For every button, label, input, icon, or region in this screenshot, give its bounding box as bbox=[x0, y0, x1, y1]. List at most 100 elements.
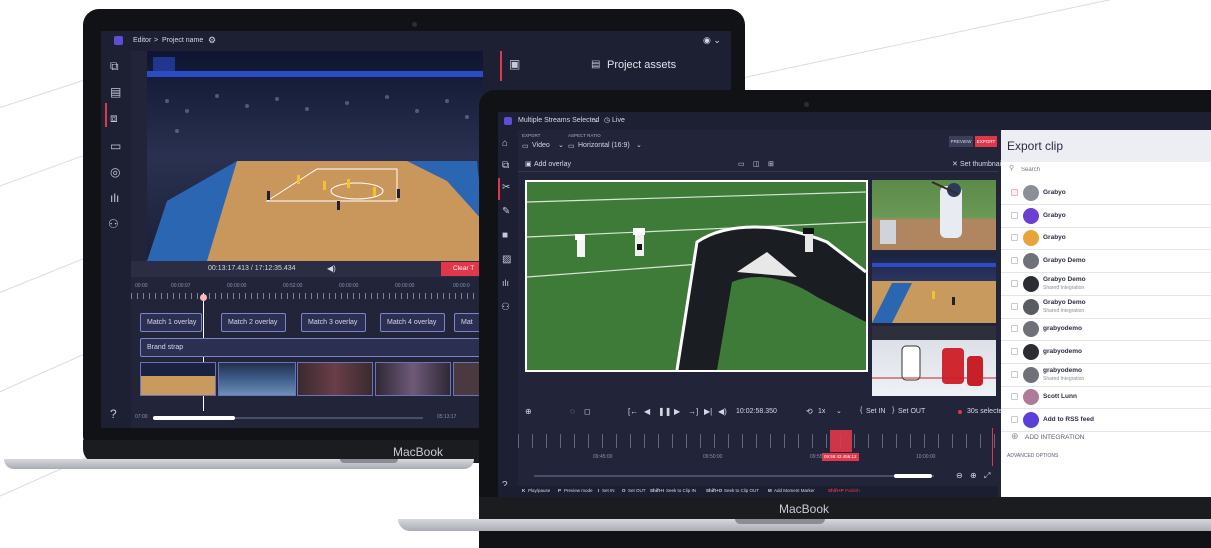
overlay-clip[interactable]: Match 1 overlay bbox=[140, 313, 202, 332]
integration-checkbox[interactable] bbox=[1011, 325, 1018, 332]
integration-checkbox[interactable] bbox=[1011, 348, 1018, 355]
integration-row[interactable]: Grabyo bbox=[1001, 205, 1211, 228]
camera-icon[interactable]: ■ bbox=[502, 230, 508, 241]
video-thumbnail[interactable] bbox=[140, 362, 216, 396]
scissors-icon[interactable]: ✂ bbox=[502, 182, 510, 193]
volume-icon[interactable]: ◀) bbox=[327, 264, 336, 273]
user-menu-icon[interactable]: ◉ ⌄ bbox=[703, 35, 721, 46]
overlay-clip[interactable]: Match 4 overlay bbox=[380, 313, 445, 332]
stream-selector[interactable]: Multiple Streams Selected bbox=[518, 117, 599, 124]
integration-row[interactable]: grabyodemo bbox=[1001, 318, 1211, 341]
zoom-out-icon[interactable]: ⊖ bbox=[956, 471, 963, 480]
project-name[interactable]: Project name bbox=[162, 37, 203, 44]
stream-preview-baseball[interactable] bbox=[872, 180, 996, 250]
add-overlay-icon[interactable]: ▣ bbox=[525, 160, 532, 168]
integration-row[interactable]: grabyodemo bbox=[1001, 341, 1211, 364]
breadcrumb-root[interactable]: Editor bbox=[133, 37, 151, 44]
zoom-icon[interactable]: ⊕ bbox=[525, 407, 532, 416]
jump-start-icon[interactable]: [← bbox=[628, 407, 638, 416]
clear-button[interactable]: Clear T bbox=[441, 262, 483, 276]
integration-row[interactable]: Scott Lunn bbox=[1001, 386, 1211, 409]
loop-icon[interactable]: ◻ bbox=[584, 407, 591, 416]
palette-icon[interactable]: ◎ bbox=[110, 165, 120, 179]
speed-select[interactable]: 1x bbox=[818, 408, 825, 415]
overlay-clip[interactable]: Match 3 overlay bbox=[301, 313, 366, 332]
integration-row[interactable]: Grabyo Demo Shared Integration bbox=[1001, 273, 1211, 296]
step-back-icon[interactable]: ◀ bbox=[644, 407, 650, 416]
scrollbar-thumb[interactable] bbox=[153, 416, 235, 420]
clapperboard-icon[interactable]: ⧉ bbox=[502, 160, 509, 171]
zoom-in-icon[interactable]: ⊕ bbox=[970, 471, 977, 480]
marker-icon[interactable]: ◌ bbox=[570, 407, 575, 416]
step-forward-icon[interactable]: ▶ bbox=[674, 407, 680, 416]
skip-icon[interactable]: ▶| bbox=[704, 407, 712, 416]
chevron-down-icon[interactable]: ⌄ bbox=[558, 141, 564, 149]
integration-checkbox[interactable] bbox=[1011, 416, 1018, 423]
integration-checkbox[interactable] bbox=[1011, 303, 1018, 310]
layout-split-icon[interactable]: ◫ bbox=[753, 160, 760, 168]
front-playhead[interactable] bbox=[992, 428, 993, 466]
close-icon[interactable]: ✕ bbox=[952, 160, 958, 168]
selection-range[interactable] bbox=[830, 430, 852, 452]
media-icon[interactable]: ▤ bbox=[110, 85, 121, 99]
integration-checkbox[interactable] bbox=[1011, 393, 1018, 400]
clapperboard-icon[interactable]: ⧉ bbox=[110, 59, 119, 74]
volume-icon[interactable]: ◀) bbox=[718, 407, 727, 416]
analytics-icon[interactable]: ılı bbox=[110, 191, 119, 205]
jump-end-icon[interactable]: →] bbox=[688, 407, 698, 416]
search-input[interactable] bbox=[1021, 164, 1191, 175]
preview-button[interactable]: PREVIEW bbox=[949, 136, 973, 147]
pause-icon[interactable]: ❚❚ bbox=[658, 407, 671, 416]
scrollbar-track[interactable] bbox=[534, 475, 934, 477]
add-integration-button[interactable]: ⊕ ADD INTEGRATION bbox=[1011, 431, 1191, 444]
video-thumbnail[interactable] bbox=[218, 362, 296, 396]
chevron-down-icon[interactable]: ⌄ bbox=[836, 407, 842, 415]
overlay-clip[interactable]: Match 2 overlay bbox=[221, 313, 286, 332]
folder-icon[interactable]: ▭ bbox=[110, 139, 121, 153]
export-type-select[interactable]: Video bbox=[532, 142, 550, 149]
integration-row[interactable]: grabyodemo Shared Integration bbox=[1001, 364, 1211, 387]
add-overlay-button[interactable]: Add overlay bbox=[534, 161, 571, 168]
integration-row[interactable]: Grabyo Demo Shared Integration bbox=[1001, 296, 1211, 319]
gear-icon[interactable]: ⚙ bbox=[208, 35, 216, 46]
help-icon[interactable]: ? bbox=[110, 407, 117, 421]
scrollbar-thumb[interactable] bbox=[894, 474, 932, 478]
set-out-button[interactable]: Set OUT bbox=[898, 408, 925, 415]
integration-row[interactable]: Add to RSS feed bbox=[1001, 409, 1211, 432]
team-icon[interactable]: ⚇ bbox=[501, 302, 510, 313]
stream-preview-hockey[interactable] bbox=[872, 326, 996, 396]
edit-icon[interactable]: ✎ bbox=[502, 206, 510, 217]
assets-icon[interactable]: ▣ bbox=[509, 57, 520, 71]
editor-icon[interactable]: ⧈ bbox=[110, 111, 118, 126]
export-button[interactable]: EXPORT bbox=[975, 136, 997, 147]
integration-row[interactable]: Grabyo bbox=[1001, 182, 1211, 205]
stream-preview-basketball[interactable] bbox=[872, 253, 996, 323]
video-thumbnail[interactable] bbox=[297, 362, 373, 396]
aspect-ratio-select[interactable]: Horizontal (16:9) bbox=[578, 142, 630, 149]
chevron-down-icon[interactable]: ⌄ bbox=[636, 141, 642, 149]
analytics-icon[interactable]: ılı bbox=[502, 278, 509, 288]
layout-single-icon[interactable]: ▭ bbox=[738, 160, 745, 168]
integration-checkbox[interactable] bbox=[1011, 234, 1018, 241]
back-playhead-knob[interactable] bbox=[200, 294, 207, 301]
integration-checkbox[interactable] bbox=[1011, 189, 1018, 196]
team-icon[interactable]: ⚇ bbox=[108, 217, 119, 231]
integration-checkbox[interactable] bbox=[1011, 212, 1018, 219]
integration-row[interactable]: Grabyo Demo bbox=[1001, 250, 1211, 273]
advanced-options-link[interactable]: ADVANCED OPTIONS bbox=[1007, 453, 1058, 459]
integration-checkbox[interactable] bbox=[1011, 371, 1018, 378]
chevron-down-icon[interactable]: ⌄ bbox=[593, 116, 599, 124]
live-label[interactable]: Live bbox=[612, 117, 625, 124]
home-icon[interactable]: ⌂ bbox=[502, 138, 508, 149]
export-search[interactable]: ⚲ bbox=[1007, 164, 1203, 176]
image-icon[interactable]: ▨ bbox=[502, 254, 511, 265]
brand-strap-clip[interactable]: Brand strap bbox=[140, 338, 483, 357]
football-video-frame[interactable] bbox=[525, 180, 868, 372]
video-thumbnail[interactable] bbox=[375, 362, 451, 396]
set-in-button[interactable]: Set IN bbox=[866, 408, 885, 415]
integration-row[interactable]: Grabyo bbox=[1001, 227, 1211, 250]
integration-checkbox[interactable] bbox=[1011, 280, 1018, 287]
integration-checkbox[interactable] bbox=[1011, 257, 1018, 264]
basketball-video-frame[interactable] bbox=[147, 51, 483, 261]
set-thumbnail-button[interactable]: Set thumbnail bbox=[960, 161, 1003, 168]
